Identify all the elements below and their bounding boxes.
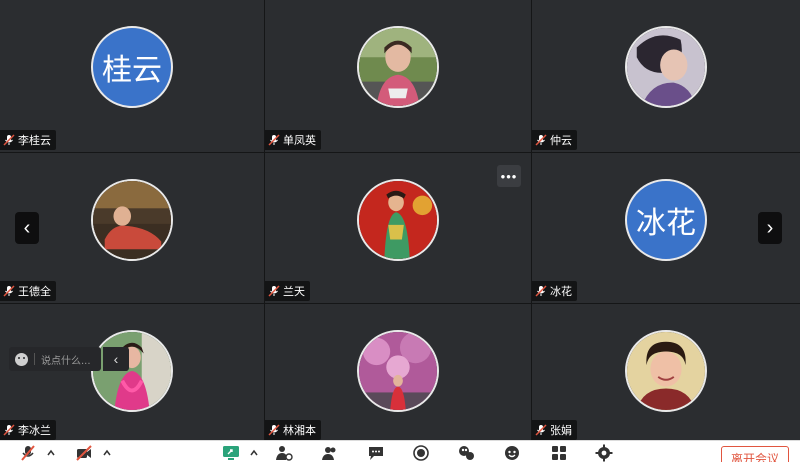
mic-muted-icon	[535, 285, 547, 297]
mic-muted-icon	[3, 285, 15, 297]
participant-name: 单凤英	[283, 134, 316, 147]
avatar	[91, 330, 173, 412]
camera-off-icon[interactable]	[74, 444, 94, 462]
participant-tile[interactable]: 李冰兰	[0, 304, 264, 442]
avatar	[91, 179, 173, 261]
avatar: 桂云	[91, 26, 173, 108]
chevron-up-icon[interactable]	[47, 449, 55, 457]
chat-input[interactable]: 说点什么...	[41, 352, 91, 367]
record-icon[interactable]	[411, 444, 431, 462]
participant-tile[interactable]: 林湘本	[265, 304, 531, 442]
participants-icon[interactable]	[320, 444, 340, 462]
reaction-icon[interactable]	[502, 444, 522, 462]
participant-tile[interactable]: 仲云	[532, 0, 800, 152]
participant-name: 兰天	[283, 285, 305, 298]
participant-tile[interactable]: 桂云 李桂云	[0, 0, 264, 152]
name-tag: 单凤英	[265, 130, 321, 150]
mic-muted-icon	[3, 424, 15, 436]
microphone-muted-icon[interactable]	[18, 444, 38, 462]
security-icon[interactable]	[274, 444, 294, 462]
participant-tile[interactable]: ••• 兰天	[265, 153, 531, 303]
share-screen-icon[interactable]	[221, 444, 241, 462]
chevron-up-icon[interactable]	[250, 449, 258, 457]
name-tag: 林湘本	[265, 420, 321, 440]
mic-muted-icon	[535, 134, 547, 146]
participant-name: 仲云	[550, 134, 572, 147]
name-tag: 李桂云	[0, 130, 56, 150]
avatar	[357, 26, 439, 108]
avatar	[357, 330, 439, 412]
avatar	[625, 330, 707, 412]
participant-tile[interactable]: 单凤英	[265, 0, 531, 152]
video-grid: 桂云 李桂云 单凤英 仲云 王德全 ••• 兰天 冰花 冰花 李冰兰 林湘本 张…	[0, 0, 800, 442]
divider	[34, 353, 35, 365]
name-tag: 王德全	[0, 281, 56, 301]
name-tag: 李冰兰	[0, 420, 56, 440]
meeting-toolbar: 离开会议	[0, 440, 800, 462]
avatar	[625, 26, 707, 108]
participant-tile[interactable]: 王德全	[0, 153, 264, 303]
mic-muted-icon	[268, 285, 280, 297]
next-page-button[interactable]: ›	[758, 212, 782, 244]
emoji-icon[interactable]	[15, 352, 28, 366]
more-options-button[interactable]: •••	[497, 165, 521, 187]
mic-muted-icon	[268, 424, 280, 436]
mic-muted-icon	[268, 134, 280, 146]
mic-muted-icon	[535, 424, 547, 436]
participant-name: 冰花	[550, 285, 572, 298]
name-tag: 冰花	[532, 281, 577, 301]
chat-input-box[interactable]: 说点什么...	[9, 347, 101, 371]
mic-muted-icon	[3, 134, 15, 146]
name-tag: 仲云	[532, 130, 577, 150]
settings-gear-icon[interactable]	[594, 444, 614, 462]
previous-page-button[interactable]: ‹	[15, 212, 39, 244]
participant-name: 王德全	[18, 285, 51, 298]
participant-tile[interactable]: 张娟	[532, 304, 800, 442]
leave-meeting-button[interactable]: 离开会议	[721, 446, 789, 462]
name-tag: 张娟	[532, 420, 577, 440]
participant-name: 林湘本	[283, 424, 316, 437]
participant-name: 李冰兰	[18, 424, 51, 437]
app-icon[interactable]	[456, 444, 476, 462]
apps-grid-icon[interactable]	[549, 444, 569, 462]
chevron-up-icon[interactable]	[103, 449, 111, 457]
avatar: 冰花	[625, 179, 707, 261]
chat-icon[interactable]	[366, 444, 386, 462]
chat-collapse-button[interactable]: ‹	[103, 347, 129, 371]
participant-name: 李桂云	[18, 134, 51, 147]
avatar	[357, 179, 439, 261]
participant-name: 张娟	[550, 424, 572, 437]
name-tag: 兰天	[265, 281, 310, 301]
